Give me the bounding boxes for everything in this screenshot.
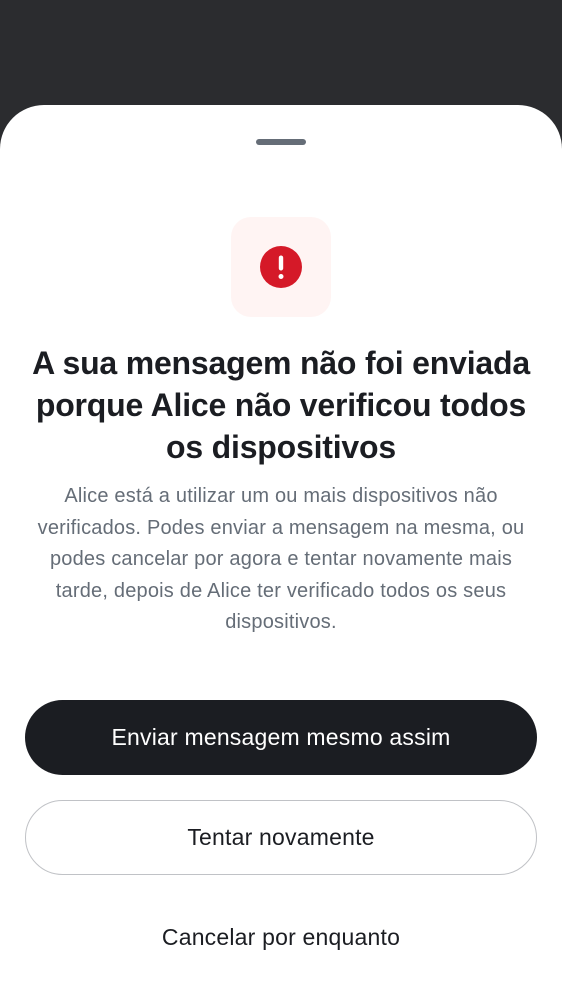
bottom-sheet: A sua mensagem não foi enviada porque Al…	[0, 105, 562, 1000]
dialog-message: Alice está a utilizar um ou mais disposi…	[37, 485, 525, 633]
send-anyway-button[interactable]: Enviar mensagem mesmo assim	[25, 700, 537, 775]
retry-button[interactable]: Tentar novamente	[25, 800, 537, 875]
drag-handle[interactable]	[256, 139, 306, 145]
dialog-title: A sua mensagem não foi enviada porque Al…	[32, 345, 530, 465]
error-alert-icon	[260, 246, 302, 288]
cancel-button[interactable]: Cancelar por enquanto	[25, 900, 537, 975]
alert-icon-container	[231, 217, 331, 317]
